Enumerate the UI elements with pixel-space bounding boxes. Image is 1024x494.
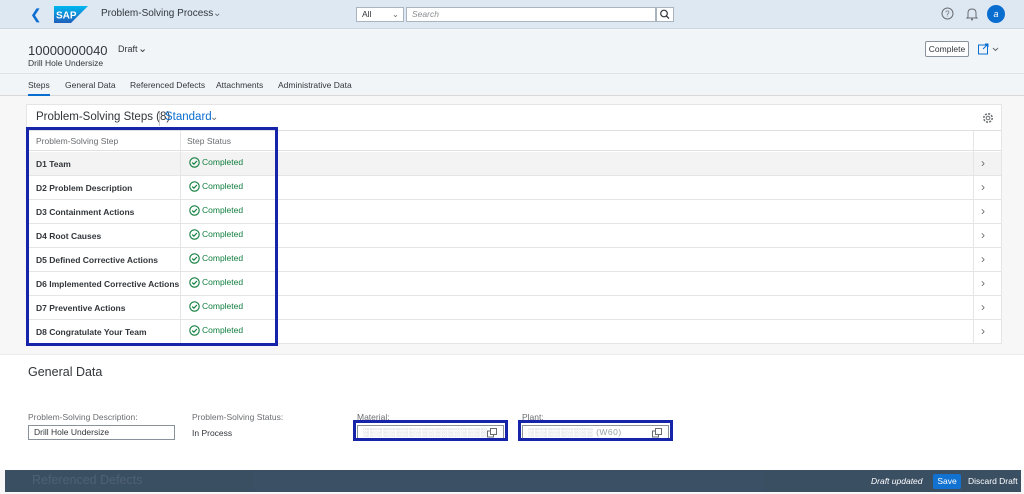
footer-toolbar: Referenced Defects Draft updated Save Di… [5, 470, 1021, 492]
status-value: In Process [192, 428, 233, 438]
search-input[interactable]: Search [406, 7, 656, 22]
object-id: 10000000040 [28, 43, 108, 58]
section-title-general-data: General Data [28, 365, 103, 379]
object-subtitle: Drill Hole Undersize [28, 58, 104, 68]
search-scope-select[interactable]: All ⌄ [356, 7, 404, 22]
tab-referenced-defects[interactable]: Referenced Defects [130, 80, 205, 90]
bell-icon[interactable] [966, 7, 978, 21]
column-separator [973, 224, 974, 248]
column-separator [973, 131, 974, 152]
highlight-box-steps [26, 127, 278, 346]
column-separator [973, 296, 974, 320]
section-tabs: Steps General Data Referenced Defects At… [0, 74, 1024, 96]
save-button[interactable]: Save [933, 474, 961, 489]
divider [159, 112, 160, 126]
chevron-down-icon[interactable]: ⌄ [213, 8, 221, 19]
chevron-down-icon[interactable]: ⌄ [138, 42, 147, 55]
chevron-right-icon[interactable]: › [981, 324, 985, 338]
object-header: 10000000040 Draft ⌄ Drill Hole Undersize… [0, 30, 1024, 74]
tab-administrative-data[interactable]: Administrative Data [278, 80, 352, 90]
draft-status[interactable]: Draft [118, 44, 138, 54]
help-icon[interactable]: ? [941, 7, 954, 20]
chevron-down-icon[interactable]: ⌄ [210, 112, 218, 123]
svg-text:?: ? [945, 9, 950, 18]
chevron-right-icon[interactable]: › [981, 156, 985, 170]
column-separator [973, 176, 974, 200]
column-separator [973, 152, 974, 176]
chevron-right-icon[interactable]: › [981, 252, 985, 266]
draft-status-message: Draft updated [871, 476, 923, 486]
column-separator [973, 248, 974, 272]
column-separator [973, 272, 974, 296]
chevron-down-icon: ⌄ [391, 9, 399, 19]
avatar[interactable]: a [987, 5, 1005, 23]
chevron-right-icon[interactable]: › [981, 300, 985, 314]
discard-draft-button[interactable]: Discard Draft [968, 476, 1018, 486]
tab-attachments[interactable]: Attachments [216, 80, 263, 90]
highlight-box-plant [518, 420, 673, 441]
column-separator [973, 320, 974, 344]
steps-table-title: Problem-Solving Steps (8) [36, 111, 171, 123]
general-data-section: General Data Problem-Solving Description… [0, 354, 1024, 470]
column-separator [973, 200, 974, 224]
tab-steps[interactable]: Steps [28, 80, 50, 96]
description-input[interactable]: Drill Hole Undersize [28, 425, 175, 440]
svg-text:SAP: SAP [56, 11, 77, 22]
status-label: Problem-Solving Status: [192, 412, 284, 422]
back-icon[interactable]: ❮ [30, 6, 44, 22]
variant-selector[interactable]: Standard [165, 111, 212, 123]
app-title[interactable]: Problem-Solving Process [101, 8, 213, 19]
chevron-right-icon[interactable]: › [981, 204, 985, 218]
tab-general-data[interactable]: General Data [65, 80, 116, 90]
chevron-right-icon[interactable]: › [981, 276, 985, 290]
description-label: Problem-Solving Description: [28, 412, 138, 422]
chevron-right-icon[interactable]: › [981, 228, 985, 242]
shell-bar: ❮ SAP Problem-Solving Process ⌄ All ⌄ Se… [0, 0, 1024, 29]
search-button[interactable] [656, 7, 674, 22]
complete-button[interactable]: Complete [925, 41, 969, 57]
search-icon [660, 9, 670, 20]
share-icon[interactable] [977, 41, 1001, 57]
search-scope-value: All [362, 9, 372, 19]
gear-icon[interactable] [981, 111, 995, 125]
highlight-box-material [353, 420, 508, 441]
section-title-referenced-defects: Referenced Defects [32, 473, 143, 487]
sap-logo[interactable]: SAP [54, 6, 88, 23]
chevron-right-icon[interactable]: › [981, 180, 985, 194]
